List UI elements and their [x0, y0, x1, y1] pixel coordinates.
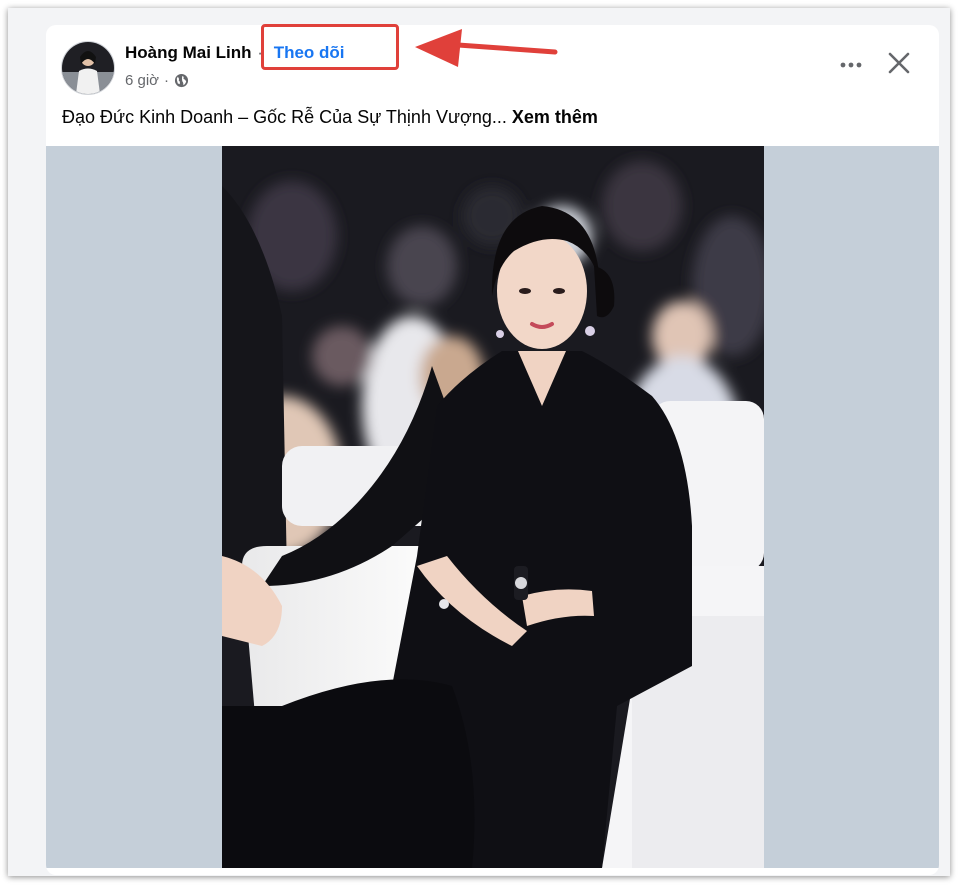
post-header: Hoàng Mai Linh · Theo dõi 6 giờ · — [46, 25, 939, 115]
name-row: Hoàng Mai Linh · Theo dõi — [125, 43, 345, 67]
post-meta: 6 giờ · — [125, 72, 189, 89]
avatar[interactable] — [61, 41, 115, 95]
more-options-icon[interactable] — [836, 53, 866, 77]
post-media[interactable] — [46, 146, 939, 868]
post-caption: Đạo Đức Kinh Doanh – Gốc Rễ Của Sự Thịnh… — [62, 107, 922, 128]
see-more-link[interactable]: Xem thêm — [512, 107, 598, 127]
post-time[interactable]: 6 giờ — [125, 72, 159, 89]
post-card: Hoàng Mai Linh · Theo dõi 6 giờ · Đạo Đứ… — [46, 25, 939, 875]
caption-text: Đạo Đức Kinh Doanh – Gốc Rễ Của Sự Thịnh… — [62, 107, 507, 127]
follow-button[interactable]: Theo dõi — [274, 43, 345, 62]
avatar-image — [62, 42, 114, 94]
globe-icon — [174, 73, 189, 88]
screenshot-frame: Hoàng Mai Linh · Theo dõi 6 giờ · Đạo Đứ… — [8, 8, 950, 876]
post-photo[interactable] — [222, 146, 764, 868]
time-separator: · — [164, 72, 170, 89]
name-separator: · — [257, 43, 263, 62]
photo-image — [222, 146, 764, 868]
author-name[interactable]: Hoàng Mai Linh — [125, 43, 252, 62]
close-icon[interactable] — [885, 49, 913, 77]
